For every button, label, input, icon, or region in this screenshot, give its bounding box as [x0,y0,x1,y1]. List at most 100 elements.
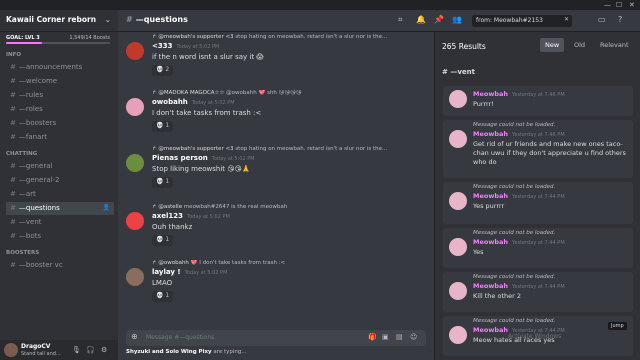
reaction-badge[interactable]: 💀 1 [152,235,174,246]
microphone-icon[interactable]: 🎙 [72,346,81,354]
result-card[interactable]: Message could not be loaded. Meowbah Yeste… [443,120,633,178]
reply-preview[interactable]: ↱ @owobahh 💖 I don't take tasks from tra… [152,260,422,266]
sidebar-channel[interactable]: # —welcome [6,75,114,88]
pin-icon[interactable]: 📌 [434,15,444,24]
bell-icon[interactable]: 🔔 [416,15,426,24]
sidebar-channel[interactable]: # —art [6,188,114,201]
message-text: if the n word isnt a slur say it 😱 [152,53,264,61]
avatar[interactable] [449,192,467,210]
search-input[interactable]: from: Meowbah#2153 ✕ [472,15,572,27]
user-status: Stand tall and... [21,351,61,357]
boost-progress-fill [6,42,43,44]
sidebar-channel[interactable]: # —rules [6,89,114,102]
hash-icon: # [126,15,133,24]
reply-preview[interactable]: ↱ @meowbah's supporter <3 stop hating on… [152,34,422,40]
result-author[interactable]: Meowbah Yesterday at 7:46 PM [473,130,565,138]
sidebar-channel[interactable]: # —vent [6,216,114,229]
server-header[interactable]: Kawaii Corner reborn ⌄ [0,10,118,32]
gift-icon[interactable]: 🎁 [368,333,377,341]
boost-goal[interactable]: GOAL: LVL 3 1,549/14 Boosts [0,32,118,46]
hash-icon: # [10,91,16,99]
channel-name: —questions [18,204,60,212]
result-author[interactable]: Meowbah Yesterday at 7:44 PM [473,192,565,200]
sidebar-channel[interactable]: # —bots [6,230,114,243]
avatar[interactable] [126,268,144,286]
tab-old[interactable]: Old [569,38,590,52]
gear-icon[interactable]: ⚙ [101,346,107,354]
category-boosters[interactable]: BOOSTERS [0,244,118,258]
result-card[interactable]: Meowbah Yesterday at 7:46 PM Purrrr! [443,86,633,116]
reaction-badge[interactable]: 💀 1 [152,177,174,188]
avatar[interactable] [4,343,18,357]
result-card[interactable]: Message could not be loaded. Meowbah Yeste… [443,228,633,268]
minimize-icon[interactable]: — [604,1,611,9]
result-card[interactable]: Message could not be loaded. Meowbah Yeste… [443,182,633,224]
user-name: DragoCV [21,343,51,350]
result-card[interactable]: Message could not be loaded. Meowbah Yeste… [443,272,633,312]
avatar[interactable] [126,98,144,116]
tab-relevant[interactable]: Relevant [595,38,634,52]
result-author[interactable]: Meowbah Yesterday at 7:46 PM [473,90,565,98]
result-author[interactable]: Meowbah Yesterday at 7:44 PM [473,238,565,246]
avatar[interactable] [449,130,467,148]
help-icon[interactable]: ? [618,15,622,24]
server-name: Kawaii Corner reborn [6,15,97,24]
inbox-icon[interactable]: ▭ [598,15,606,24]
chevron-down-icon[interactable]: ⌄ [105,15,111,24]
reply-text: stop hating on meowbah. retard isn't a s… [235,146,388,152]
members-icon[interactable]: 👥 [452,15,462,24]
headphones-icon[interactable]: 🎧 [86,346,95,354]
result-text: Kill the other 2 [473,292,521,300]
add-user-icon[interactable]: 👤 [103,204,110,211]
avatar[interactable] [126,154,144,172]
close-icon[interactable]: ✕ [629,1,635,9]
tab-new[interactable]: New [540,38,565,52]
avatar[interactable] [449,238,467,256]
avatar[interactable] [449,326,467,344]
message-author[interactable]: <333 Today at 5:02 PM [152,42,219,50]
reaction-badge[interactable]: 💀 1 [152,291,174,302]
result-author[interactable]: Meowbah Yesterday at 7:44 PM [473,282,565,290]
add-attachment-icon[interactable]: ⊕ [131,332,138,341]
channel-name: —fanart [18,133,47,141]
message-author[interactable]: axel123 Today at 5:02 PM [152,212,230,220]
avatar[interactable] [449,282,467,300]
message-author[interactable]: owobahh Today at 5:02 PM [152,98,235,106]
hash-icon: # [10,190,16,198]
message-author[interactable]: laylay ! Today at 5:02 PM [152,268,227,276]
category-chatting[interactable]: CHATTING [0,145,118,159]
reaction-badge[interactable]: 💀 2 [152,65,174,76]
emoji-icon[interactable]: ☺ [410,333,417,341]
sidebar-channel[interactable]: # —booster vc [6,259,114,272]
jump-button[interactable]: Jump [608,322,627,330]
clear-search-icon[interactable]: ✕ [564,16,569,23]
avatar[interactable] [126,42,144,60]
result-text: Yes [473,248,484,256]
sticker-icon[interactable]: ▤ [396,333,403,341]
maximize-icon[interactable]: ☐ [616,1,622,9]
sidebar-channel[interactable]: # —general-2 [6,174,114,187]
sidebar-channel[interactable]: # —boosters [6,117,114,130]
not-loaded-notice: Message could not be loaded. [473,274,556,280]
hash-icon: # [10,261,16,269]
gif-icon[interactable]: ▣ [382,333,389,341]
message-author[interactable]: Pienas person Today at 5:02 PM [152,154,255,162]
sidebar-channel[interactable]: # —roles [6,103,114,116]
sidebar-channel[interactable]: # —announcements [6,61,114,74]
channel-name: —booster vc [18,261,63,269]
message-composer[interactable]: ⊕ Message #—questions 🎁 ▣ ▤ ☺ [126,330,426,346]
avatar[interactable] [126,212,144,230]
threads-icon[interactable]: ⌗ [398,15,403,25]
category-info[interactable]: INFO [0,46,118,60]
sidebar-channel[interactable]: # —general [6,160,114,173]
sidebar-channel[interactable]: # —fanart [6,131,114,144]
avatar[interactable] [449,90,467,108]
reply-preview[interactable]: ↱ @MADOKA MAGOCA☆☆ @owobahh 💖 shh 😘😘😘😘 [152,90,422,96]
sidebar-channel[interactable]: # —questions 👤 [6,202,114,215]
reply-preview[interactable]: ↱ @astelle meowbah#2647 is the real meow… [152,204,422,210]
reply-preview[interactable]: ↱ @meowbah's supporter <3 stop hating on… [152,146,422,152]
reaction-badge[interactable]: 💀 1 [152,121,174,132]
result-text: Get rid of ur friends and make new ones … [473,140,626,166]
message-text: Ouh thankz [152,223,193,231]
channel-name: —announcements [18,63,83,71]
